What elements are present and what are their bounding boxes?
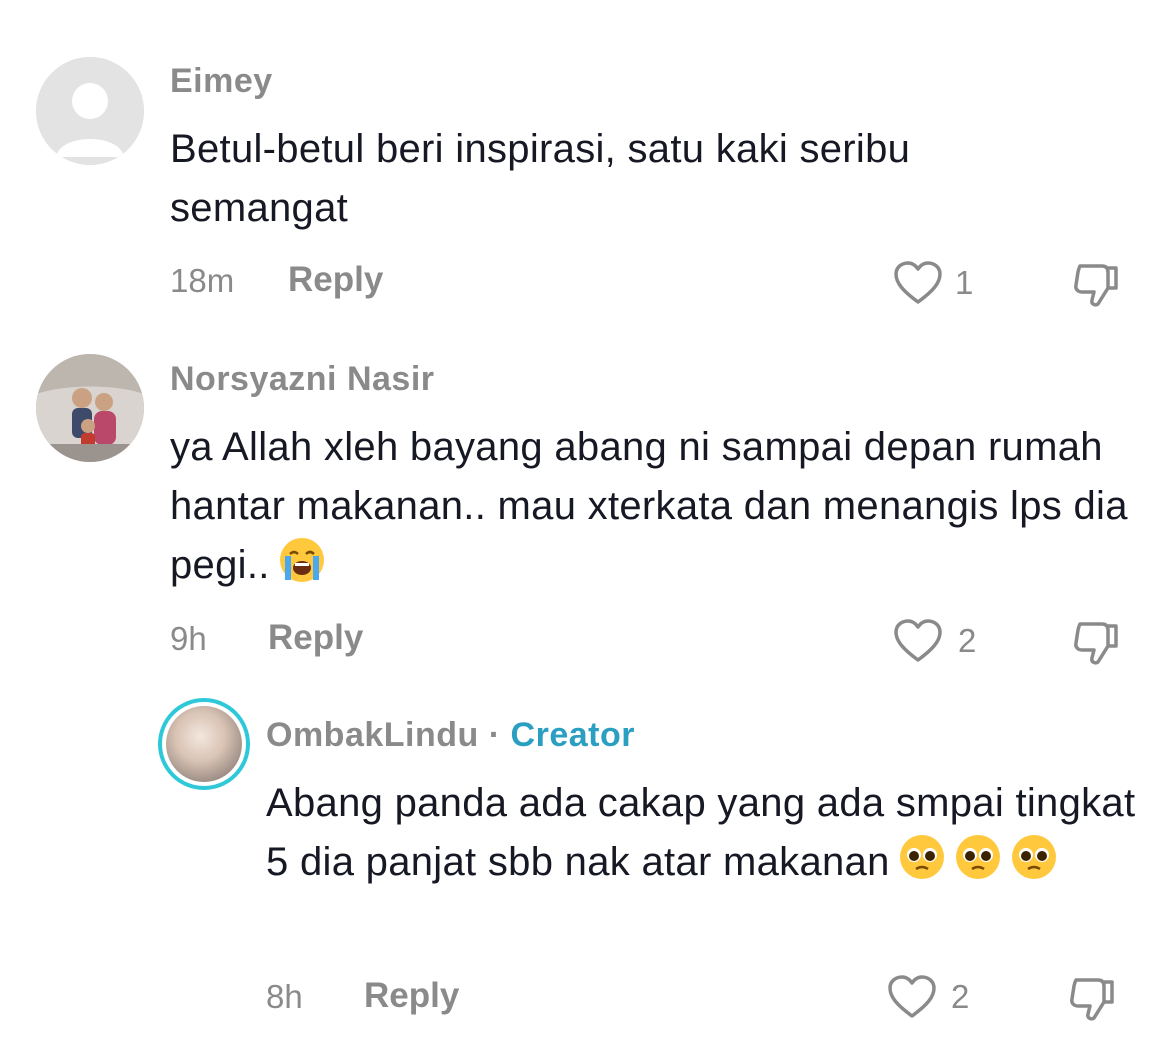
pleading-face-icon [955, 835, 1000, 879]
heart-icon[interactable] [887, 974, 937, 1020]
dislike-icon[interactable] [1072, 620, 1122, 666]
like-count: 1 [955, 264, 974, 301]
comment-text: ya Allah xleh bayang abang ni sampai dep… [170, 418, 1130, 595]
comment-reply-item: OmbakLindu · Creator Abang panda ada cak… [0, 690, 1166, 1063]
comment-text: Betul-betul beri inspirasi, satu kaki se… [170, 127, 911, 230]
user-avatar[interactable] [36, 354, 144, 462]
comment-item: Eimey Betul-betul beri inspirasi, satu k… [0, 0, 1166, 330]
heart-icon[interactable] [893, 260, 943, 306]
comment-timestamp: 18m [170, 262, 235, 299]
comment-username[interactable]: Eimey [170, 62, 273, 101]
comment-text-body: Abang panda ada cakap yang ada smpai tin… [266, 781, 1136, 884]
default-avatar-icon [36, 57, 144, 165]
creator-avatar[interactable] [158, 698, 250, 790]
heart-icon[interactable] [893, 618, 943, 664]
user-avatar[interactable] [36, 57, 144, 165]
creator-photo-avatar [166, 706, 242, 782]
username-separator: · [488, 716, 501, 754]
creator-username[interactable]: OmbakLindu [266, 716, 479, 754]
loudly-crying-face-icon [279, 538, 324, 582]
comment-username[interactable]: Norsyazni Nasir [170, 360, 435, 399]
reply-button[interactable]: Reply [268, 618, 363, 658]
family-photo-avatar [36, 354, 144, 462]
comment-text: Abang panda ada cakap yang ada smpai tin… [266, 774, 1136, 892]
comment-timestamp: 9h [170, 620, 207, 657]
comment-item: Norsyazni Nasir ya Allah xleh bayang aba… [0, 330, 1166, 690]
reply-button[interactable]: Reply [288, 260, 383, 300]
reply-button[interactable]: Reply [364, 976, 459, 1016]
creator-badge: Creator [510, 716, 635, 754]
like-count: 2 [958, 622, 977, 659]
dislike-icon[interactable] [1072, 262, 1122, 308]
comment-username[interactable]: OmbakLindu · Creator [266, 716, 635, 755]
comment-timestamp: 8h [266, 978, 303, 1015]
pleading-face-icon [1011, 835, 1056, 879]
pleading-face-icon [899, 835, 944, 879]
like-count: 2 [951, 978, 970, 1015]
dislike-icon[interactable] [1068, 976, 1118, 1022]
